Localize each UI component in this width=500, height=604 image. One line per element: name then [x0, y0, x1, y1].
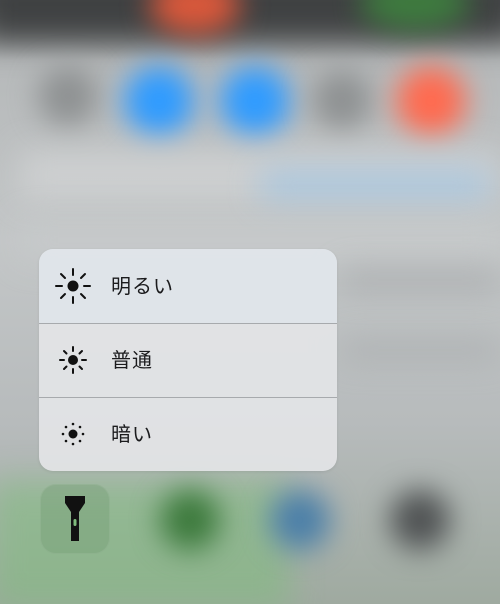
light-blue-band — [260, 170, 490, 200]
gray-circle-2 — [312, 70, 372, 130]
menu-item-label: 暗い — [111, 422, 153, 446]
menu-item-label: 明るい — [111, 274, 174, 298]
blue-circle-1 — [124, 66, 194, 136]
blue-circle-2 — [220, 66, 290, 136]
menu-item-label: 普通 — [111, 348, 153, 372]
orange-circle — [396, 66, 466, 136]
gray-circle-1 — [38, 66, 98, 126]
blue-dark-button — [270, 490, 330, 550]
right-slider-band-2 — [340, 340, 500, 360]
menu-item-normal[interactable]: 普通 — [39, 323, 337, 397]
menu-item-dim[interactable]: 暗い — [39, 397, 337, 471]
green-dark-button — [160, 490, 220, 550]
sun-small-icon — [61, 422, 85, 446]
sun-medium-icon — [59, 346, 87, 374]
menu-item-bright[interactable]: 明るい — [39, 249, 337, 323]
right-slider-band — [340, 270, 500, 290]
brightness-menu: 明るい 普通 暗い — [39, 249, 337, 471]
flashlight-icon — [65, 496, 85, 541]
sun-large-icon — [55, 268, 91, 304]
gray-dark-button — [390, 490, 450, 550]
flashlight-button[interactable] — [40, 484, 110, 554]
